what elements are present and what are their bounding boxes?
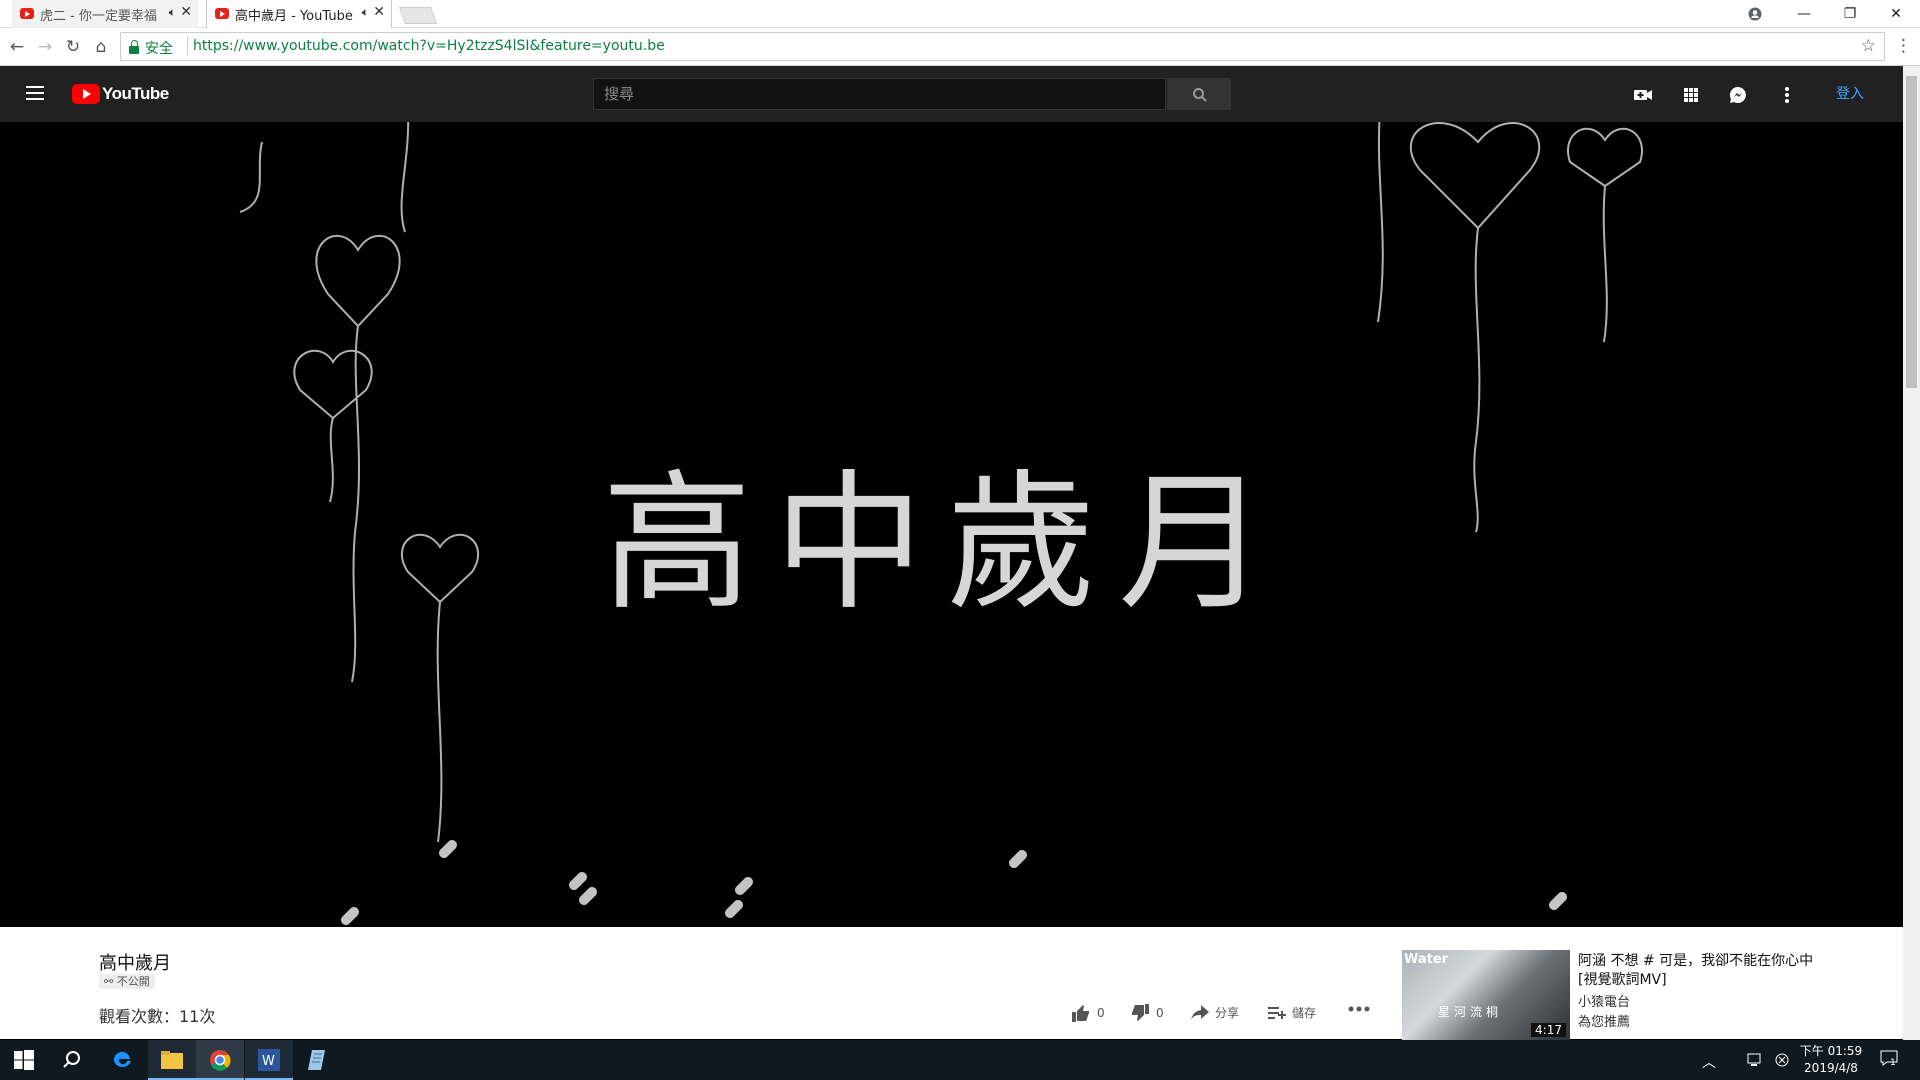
lock-icon — [129, 40, 139, 54]
home-icon[interactable]: ⌂ — [90, 36, 112, 58]
url-text[interactable]: https://www.youtube.com/watch?v=Hy2tzzS4… — [193, 38, 665, 54]
browser-toolbar: ← → ↻ ⌂ 安全 https://www.youtube.com/watch… — [0, 28, 1920, 66]
recommended-video-thumbnail[interactable]: Water 星河流桐 4:17 — [1402, 950, 1570, 1040]
divider — [187, 37, 188, 55]
dislike-button[interactable]: 0 — [1130, 1004, 1164, 1022]
more-actions-icon[interactable] — [1348, 1006, 1370, 1012]
address-bar[interactable]: 安全 https://www.youtube.com/watch?v=Hy2tz… — [120, 32, 1885, 61]
recommended-video-title[interactable]: 阿涵 不想 # 可是，我卻不能在你心中 [視覺歌詞MV] — [1578, 952, 1818, 990]
like-button[interactable]: 0 — [1071, 1004, 1105, 1022]
network-icon[interactable] — [1747, 1052, 1763, 1071]
youtube-wordmark: YouTube — [102, 84, 169, 103]
apps-grid-icon[interactable] — [1680, 84, 1702, 106]
chrome-browser-icon[interactable] — [196, 1040, 244, 1080]
notepad-app-icon[interactable] — [294, 1040, 342, 1080]
save-label: 儲存 — [1292, 1006, 1317, 1020]
more-settings-icon[interactable] — [1776, 84, 1798, 106]
scrollbar-thumb[interactable] — [1906, 76, 1917, 388]
bookmark-star-icon[interactable]: ☆ — [1861, 36, 1876, 56]
browser-tab-strip: 虎二 - 你一定要幸福 🔈︎ ✕ 高中歲月 - YouTube 🔈︎ ✕ — ❐… — [0, 0, 1920, 28]
volume-muted-icon[interactable] — [1775, 1052, 1789, 1071]
link-icon: ⚯ — [104, 975, 117, 988]
search-icon — [1193, 88, 1207, 102]
chrome-menu-icon[interactable]: ⋮ — [1895, 36, 1912, 56]
minimize-icon[interactable]: — — [1784, 2, 1824, 26]
sign-in-button[interactable]: 登入 — [1836, 83, 1864, 103]
video-overlay-title: 高中歲月 — [602, 457, 1291, 631]
search-button[interactable] — [1167, 78, 1231, 110]
recommended-reason: 為您推薦 — [1578, 1015, 1631, 1030]
video-title: 高中歲月 — [99, 953, 171, 974]
share-label: 分享 — [1215, 1006, 1240, 1020]
youtube-play-logo-icon — [72, 84, 100, 104]
video-player[interactable]: 高中歲月 — [0, 122, 1903, 927]
youtube-favicon-icon — [20, 8, 34, 19]
privacy-badge: ⚯ 不公開 — [99, 974, 155, 989]
youtube-header: YouTube 搜尋 登入 — [0, 66, 1903, 122]
thumbnail-cn-text: 星河流桐 — [1438, 1005, 1503, 1019]
file-explorer-icon[interactable] — [148, 1040, 196, 1080]
close-tab-icon[interactable]: ✕ — [180, 4, 192, 20]
recommended-channel[interactable]: 小猿電台 — [1578, 991, 1630, 1010]
page-scrollbar[interactable] — [1903, 66, 1920, 1040]
windows-start-icon[interactable] — [0, 1040, 48, 1080]
like-count: 0 — [1097, 1006, 1105, 1020]
notification-count: 1 — [1890, 1058, 1896, 1068]
video-info-panel: 高中歲月 ⚯ 不公開 觀看次數：11次 0 0 分享 儲存 Water 星河流桐… — [0, 927, 1903, 1040]
hamburger-menu-icon[interactable] — [26, 86, 44, 100]
action-center-icon[interactable]: 1 — [1880, 1050, 1902, 1070]
share-icon — [1191, 1004, 1209, 1020]
thumbs-up-icon — [1072, 1005, 1089, 1022]
forward-icon[interactable]: → — [34, 36, 56, 58]
view-count: 觀看次數：11次 — [99, 1007, 216, 1026]
back-icon[interactable]: ← — [6, 36, 28, 58]
search-input[interactable]: 搜尋 — [593, 78, 1166, 110]
browser-tab-1[interactable]: 虎二 - 你一定要幸福 🔈︎ ✕ — [12, 0, 198, 28]
thumbs-down-icon — [1132, 1004, 1149, 1021]
speaker-icon[interactable]: 🔈︎ — [362, 5, 369, 20]
edge-browser-icon[interactable] — [98, 1040, 146, 1080]
search-icon[interactable] — [48, 1040, 96, 1080]
privacy-label: 不公開 — [116, 975, 150, 988]
close-window-icon[interactable]: ✕ — [1876, 2, 1916, 26]
video-duration: 4:17 — [1531, 1023, 1566, 1037]
security-label: 安全 — [145, 41, 173, 57]
share-button[interactable]: 分享 — [1191, 1004, 1239, 1021]
speaker-icon[interactable]: 🔈︎ — [169, 5, 176, 20]
playlist-add-icon — [1268, 1006, 1286, 1019]
tab-title: 虎二 - 你一定要幸福 — [40, 8, 157, 24]
dislike-count: 0 — [1156, 1006, 1164, 1020]
tab-title: 高中歲月 - YouTube — [235, 8, 353, 24]
system-clock[interactable]: 下午 01:59 2019/4/8 — [1796, 1043, 1866, 1077]
svg-text:W: W — [262, 1054, 275, 1069]
save-button[interactable]: 儲存 — [1268, 1004, 1316, 1021]
show-hidden-icons-icon[interactable]: ︿ — [1702, 1052, 1716, 1072]
clock-time: 下午 01:59 — [1799, 1044, 1863, 1058]
close-tab-icon[interactable]: ✕ — [373, 4, 385, 20]
create-video-icon[interactable] — [1632, 84, 1654, 106]
word-icon[interactable]: W — [245, 1040, 293, 1080]
clock-date: 2019/4/8 — [1804, 1061, 1858, 1075]
browser-tab-2[interactable]: 高中歲月 - YouTube 🔈︎ ✕ — [206, 0, 392, 28]
security-indicator[interactable]: 安全 — [129, 38, 173, 58]
thumbnail-text: Water — [1404, 952, 1449, 967]
youtube-favicon-icon — [215, 8, 229, 19]
new-tab-button[interactable] — [398, 7, 438, 24]
profile-icon[interactable] — [1735, 2, 1775, 26]
restore-icon[interactable]: ❐ — [1830, 2, 1870, 26]
messages-icon[interactable] — [1727, 84, 1749, 106]
windows-taskbar: W ︿ 下午 01:59 2019/4/8 1 — [0, 1040, 1920, 1080]
reload-icon[interactable]: ↻ — [62, 36, 84, 58]
youtube-logo[interactable]: YouTube — [72, 84, 169, 104]
